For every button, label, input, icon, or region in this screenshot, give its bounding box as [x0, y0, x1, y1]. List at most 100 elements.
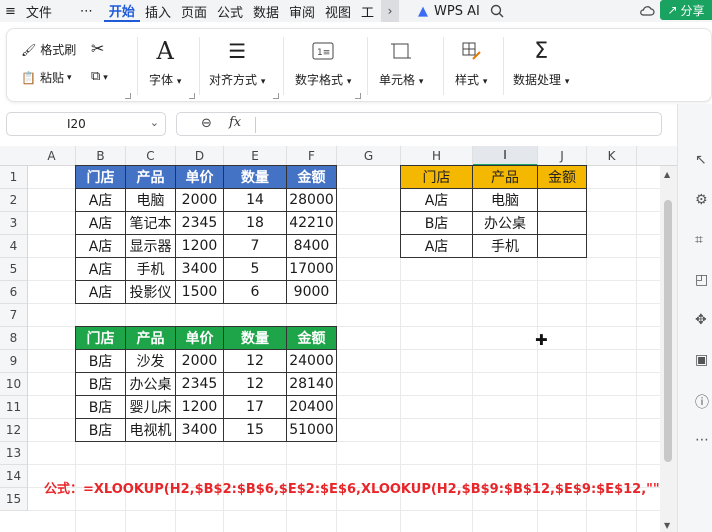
column-header-i[interactable]: I: [473, 146, 538, 166]
more-icon[interactable]: ⋯: [695, 432, 712, 450]
table2-cell[interactable]: 婴儿床: [125, 395, 176, 419]
table2-cell[interactable]: 51000: [286, 418, 337, 442]
crop-icon[interactable]: ⌗: [695, 232, 712, 250]
lookup-header-cell[interactable]: 门店: [400, 165, 473, 189]
vertical-scrollbar[interactable]: ▲ ▼: [660, 166, 677, 532]
align-group[interactable]: ☰ 对齐方式 ▾: [209, 37, 265, 88]
row-header-15[interactable]: 15: [0, 488, 28, 511]
tab-tools[interactable]: 工: [356, 0, 379, 22]
column-header-a[interactable]: A: [28, 146, 76, 166]
lookup-cell[interactable]: A店: [400, 188, 473, 212]
column-header-j[interactable]: J: [538, 146, 587, 166]
table2-cell[interactable]: 2345: [175, 372, 224, 396]
lookup-header-cell[interactable]: 金额: [537, 165, 587, 189]
lookup-cell[interactable]: 电脑: [472, 188, 538, 212]
fx-icon[interactable]: fx: [229, 115, 241, 130]
help-icon[interactable]: ⓘ: [695, 392, 712, 411]
table2-cell[interactable]: 沙发: [125, 349, 176, 373]
tab-insert[interactable]: 插入: [140, 0, 176, 22]
table1-cell[interactable]: A店: [75, 280, 126, 304]
number-expand-icon[interactable]: [355, 93, 361, 99]
font-expand-icon[interactable]: [189, 93, 195, 99]
row-header-8[interactable]: 8: [0, 327, 28, 350]
row-header-1[interactable]: 1: [0, 166, 28, 189]
wps-ai-button[interactable]: ▲ WPS AI: [413, 0, 485, 22]
table1-cell[interactable]: A店: [75, 188, 126, 212]
table1-cell[interactable]: 1200: [175, 234, 224, 258]
table2-header-cell[interactable]: 单价: [175, 326, 224, 350]
paste-button[interactable]: 📋 粘贴 ▾: [21, 69, 72, 86]
menu-icon[interactable]: ≡: [0, 0, 21, 22]
table1-cell[interactable]: 6: [223, 280, 287, 304]
table1-cell[interactable]: 42210: [286, 211, 337, 235]
cut-icon[interactable]: ✂: [91, 39, 104, 58]
scroll-up-icon[interactable]: ▲: [664, 170, 670, 179]
table1-cell[interactable]: 3400: [175, 257, 224, 281]
scrollbar-thumb[interactable]: [664, 200, 672, 462]
shapes-icon[interactable]: ◰: [695, 272, 712, 290]
table2-cell[interactable]: 17: [223, 395, 287, 419]
table1-cell[interactable]: 18: [223, 211, 287, 235]
scroll-down-icon[interactable]: ▼: [664, 521, 670, 530]
table1-cell[interactable]: 8400: [286, 234, 337, 258]
table2-cell[interactable]: 15: [223, 418, 287, 442]
row-header-5[interactable]: 5: [0, 258, 28, 281]
font-group[interactable]: A 字体 ▾: [149, 37, 181, 88]
table1-cell[interactable]: 电脑: [125, 188, 176, 212]
table2-cell[interactable]: 2000: [175, 349, 224, 373]
table1-cell[interactable]: 5: [223, 257, 287, 281]
column-header-c[interactable]: C: [126, 146, 176, 166]
row-header-6[interactable]: 6: [0, 281, 28, 304]
tab-view[interactable]: 视图: [320, 0, 356, 22]
tab-page[interactable]: 页面: [176, 0, 212, 22]
row-header-2[interactable]: 2: [0, 189, 28, 212]
style-group[interactable]: 样式 ▾: [455, 37, 487, 88]
table1-cell[interactable]: 投影仪: [125, 280, 176, 304]
column-header-b[interactable]: B: [76, 146, 126, 166]
menu-more[interactable]: ⋯: [75, 0, 98, 22]
table2-cell[interactable]: 电视机: [125, 418, 176, 442]
row-header-11[interactable]: 11: [0, 396, 28, 419]
table2-cell[interactable]: B店: [75, 372, 126, 396]
zoom-icon[interactable]: ⊖: [201, 116, 212, 131]
table1-cell[interactable]: 2000: [175, 188, 224, 212]
table1-header-cell[interactable]: 产品: [125, 165, 176, 189]
table1-cell[interactable]: 2345: [175, 211, 224, 235]
table2-cell[interactable]: 28140: [286, 372, 337, 396]
cursor-select-icon[interactable]: ↖: [695, 152, 712, 170]
table1-cell[interactable]: 14: [223, 188, 287, 212]
table2-cell[interactable]: 12: [223, 349, 287, 373]
clipboard-expand-icon[interactable]: [125, 93, 131, 99]
table1-header-cell[interactable]: 门店: [75, 165, 126, 189]
table1-header-cell[interactable]: 数量: [223, 165, 287, 189]
row-header-14[interactable]: 14: [0, 465, 28, 488]
table1-cell[interactable]: 28000: [286, 188, 337, 212]
row-header-3[interactable]: 3: [0, 212, 28, 235]
column-header-h[interactable]: H: [401, 146, 473, 166]
cell-group[interactable]: 单元格 ▾: [379, 37, 423, 88]
row-header-7[interactable]: 7: [0, 304, 28, 327]
search-icon[interactable]: [485, 0, 509, 22]
table1-cell[interactable]: 手机: [125, 257, 176, 281]
table2-header-cell[interactable]: 数量: [223, 326, 287, 350]
table1-cell[interactable]: A店: [75, 257, 126, 281]
lookup-cell[interactable]: [537, 188, 587, 212]
tab-formula[interactable]: 公式: [212, 0, 248, 22]
table2-cell[interactable]: 24000: [286, 349, 337, 373]
lookup-cell[interactable]: [537, 211, 587, 235]
column-header-e[interactable]: E: [224, 146, 287, 166]
lookup-cell[interactable]: [537, 234, 587, 258]
table1-cell[interactable]: A店: [75, 234, 126, 258]
copy-icon[interactable]: ⧉ ▾: [91, 69, 108, 84]
row-header-12[interactable]: 12: [0, 419, 28, 442]
column-header-f[interactable]: F: [287, 146, 337, 166]
data-process-group[interactable]: Σ 数据处理 ▾: [513, 37, 569, 88]
cloud-icon[interactable]: [634, 0, 660, 22]
table1-header-cell[interactable]: 单价: [175, 165, 224, 189]
tab-data[interactable]: 数据: [248, 0, 284, 22]
table1-cell[interactable]: A店: [75, 211, 126, 235]
table2-cell[interactable]: 3400: [175, 418, 224, 442]
table1-cell[interactable]: 笔记本: [125, 211, 176, 235]
table2-header-cell[interactable]: 金额: [286, 326, 337, 350]
menu-file[interactable]: 文件: [21, 0, 57, 22]
